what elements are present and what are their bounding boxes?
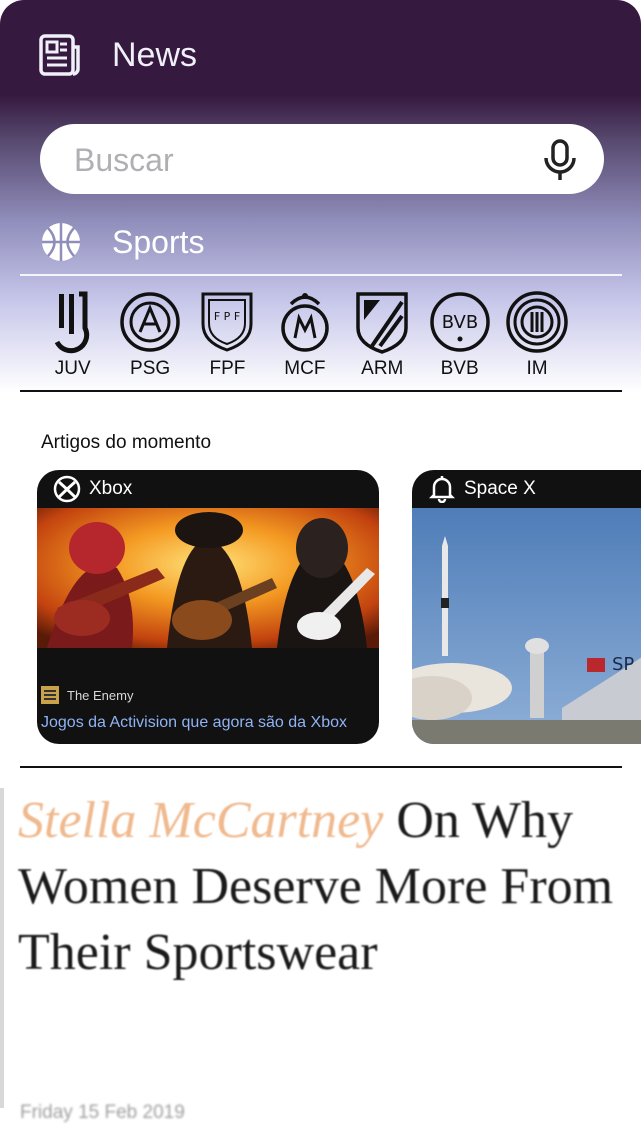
team-code: MCF [284,358,326,379]
divider [20,274,622,276]
team-item-psg[interactable]: PSG [111,290,188,380]
article-card[interactable]: Space X SP [412,470,641,744]
microphone-icon[interactable] [540,138,580,182]
team-code: IM [526,358,548,379]
category-label: Sports [112,223,205,260]
featured-story[interactable]: Stella McCartney On Why Women Deserve Mo… [0,768,641,1136]
xbox-icon [53,475,81,503]
team-item-mcf[interactable]: MCF [266,290,343,380]
category-header[interactable]: Sports [40,220,204,264]
card-topic: Space X [464,478,536,499]
fpf-crest-icon: F P F [201,292,253,352]
team-code: JUV [54,358,91,379]
team-item-fpf[interactable]: F P F FPF [189,290,266,380]
headline-highlight: Stella McCartney [18,792,384,849]
app-title: News [112,35,198,74]
article-headline[interactable]: Jogos da Activision que agora são da Xbo… [41,714,347,732]
story-date: Friday 15 Feb 2019 [20,1102,185,1123]
team-item-arm[interactable]: ARM [344,290,421,380]
team-code: FPF [209,358,246,379]
team-item-bvb[interactable]: BVB BVB [421,290,498,380]
inter-milan-crest-icon [506,291,568,353]
header-panel: News Sports [0,0,641,392]
divider [20,390,622,392]
article-source: The Enemy [41,686,133,704]
atletico-madrid-crest-icon [356,292,408,354]
team-item-juv[interactable]: JUV [34,290,111,380]
dortmund-crest-icon: BVB [429,292,490,352]
app-header: News [38,32,197,78]
bell-icon [428,476,456,503]
app-screen: News Sports [0,0,641,1136]
story-edge [0,788,4,1108]
team-item-im[interactable]: IM [498,290,575,380]
svg-text:F P F: F P F [214,310,240,323]
section-title: Artigos do momento [41,432,212,453]
search-input[interactable] [72,136,516,184]
real-madrid-crest-icon [281,293,329,352]
svg-text:BVB: BVB [441,312,477,333]
story-headline[interactable]: Stella McCartney On Why Women Deserve Mo… [18,788,618,986]
basketball-icon [42,223,80,261]
the-enemy-logo-icon [41,686,59,704]
psg-crest-icon [120,292,180,352]
newspaper-icon [39,34,80,76]
svg-text:SP: SP [612,654,634,675]
team-list: JUV PSG F P F FPF MCF ARM BVB BVB IM [34,290,614,380]
card-header: Space X [412,470,641,508]
article-card[interactable]: Xbox The Enemy Jogos da Activision que a… [37,470,379,744]
team-code: BVB [440,358,479,379]
juventus-crest-icon [54,291,89,354]
article-image: SP [412,508,641,744]
search-bar [40,124,604,194]
card-header: Xbox [37,470,379,508]
article-image [37,508,379,648]
team-code: ARM [361,358,404,379]
team-code: PSG [130,358,171,379]
source-name: The Enemy [67,687,134,703]
card-topic: Xbox [89,478,133,499]
